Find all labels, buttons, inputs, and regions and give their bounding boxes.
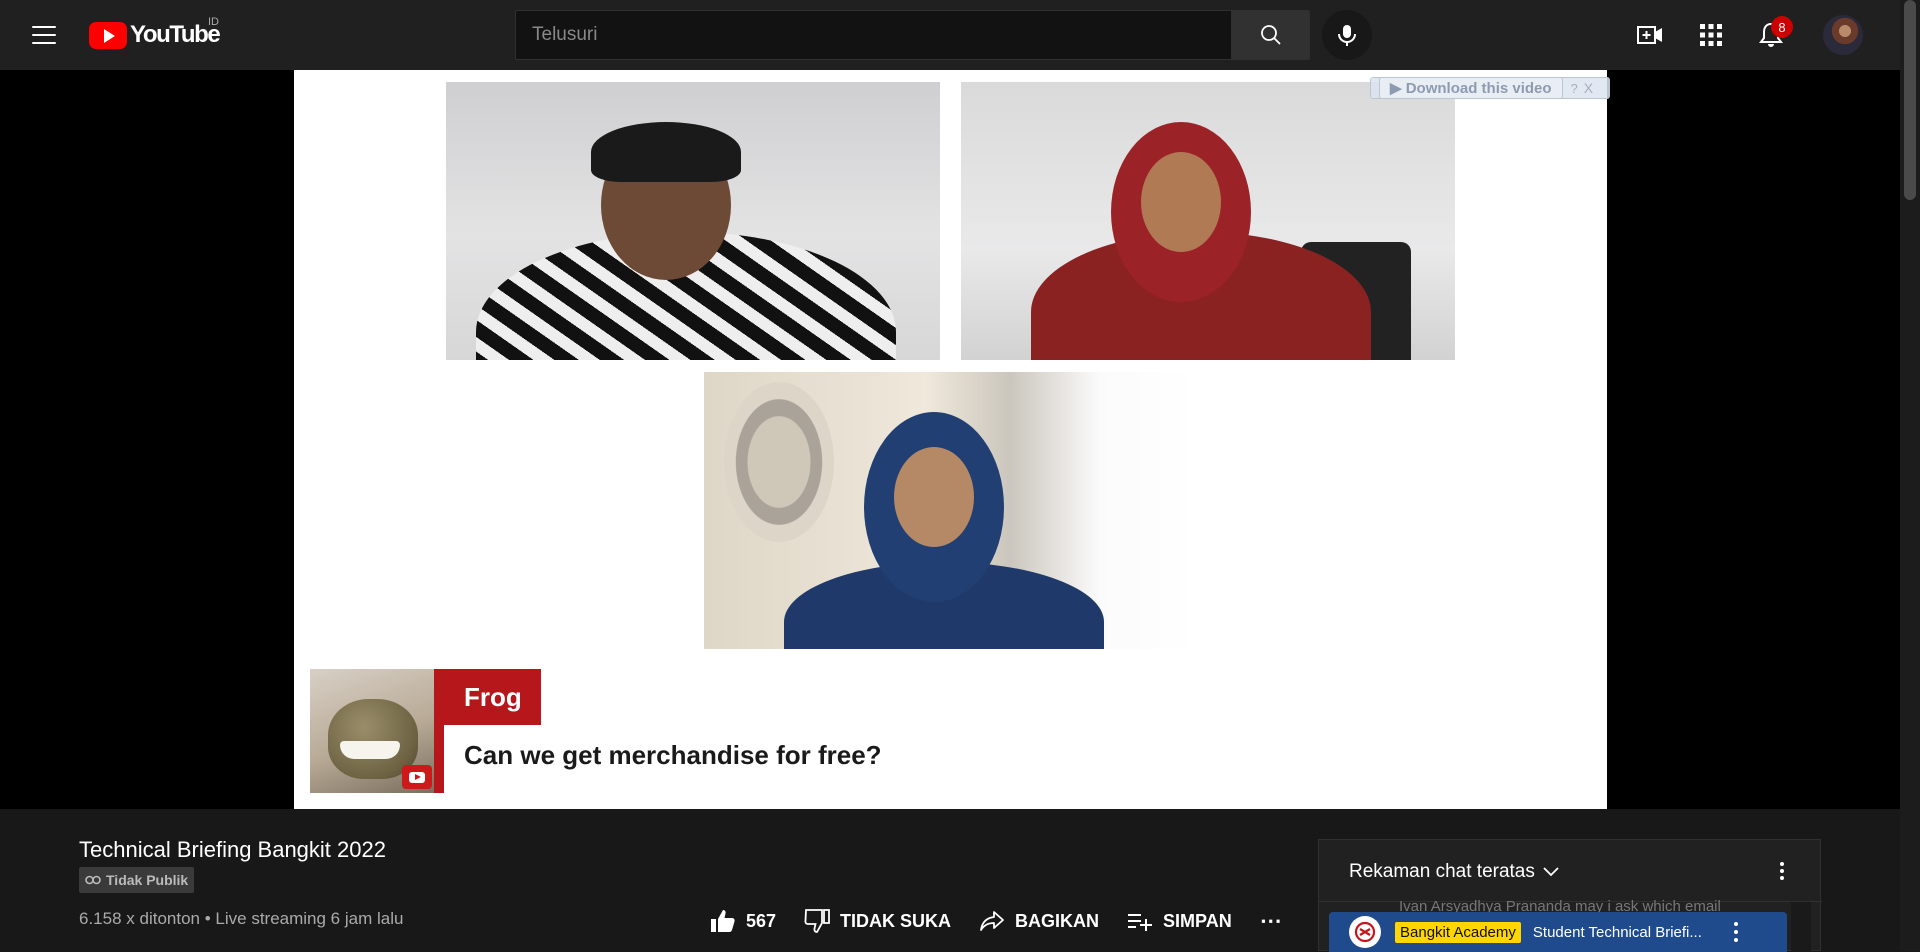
video-actions: 567 TIDAK SUKA BAGIKAN SIMPAN ⋯	[710, 906, 1282, 936]
bangkit-logo-icon	[1349, 916, 1381, 948]
download-help-button[interactable]: ?	[1571, 81, 1578, 96]
participant-video-2	[961, 82, 1455, 360]
link-icon	[85, 875, 101, 885]
masthead: YouTube ID Telusuri 8	[0, 0, 1900, 70]
download-overlay: ▶ Download this video ? X	[1370, 77, 1610, 99]
like-count: 567	[746, 910, 777, 931]
page-scrollbar[interactable]	[1900, 0, 1920, 951]
participant-video-3	[704, 372, 1198, 649]
chat-mode-selector[interactable]: Rekaman chat teratas	[1349, 861, 1559, 883]
upload-info: Live streaming 6 jam lalu	[215, 909, 404, 928]
share-label: BAGIKAN	[1015, 910, 1100, 931]
notification-badge: 8	[1771, 16, 1793, 38]
youtube-logo[interactable]: YouTube	[89, 20, 221, 50]
youtube-comment-icon	[402, 765, 432, 789]
country-code: ID	[208, 16, 219, 28]
chat-header: Rekaman chat teratas	[1319, 840, 1822, 902]
download-video-button[interactable]: ▶ Download this video	[1379, 77, 1563, 99]
microphone-icon	[1338, 25, 1356, 46]
download-close-button[interactable]: X	[1584, 80, 1593, 96]
share-button[interactable]: BAGIKAN	[979, 910, 1099, 932]
chat-menu-button[interactable]	[1772, 860, 1792, 882]
dislike-label: TIDAK SUKA	[840, 910, 952, 931]
download-label: Download this video	[1405, 80, 1552, 97]
thumbs-down-icon	[804, 909, 830, 933]
create-video-button[interactable]	[1635, 20, 1665, 50]
chat-scrollbar[interactable]	[1791, 902, 1811, 952]
privacy-label: Tidak Publik	[106, 872, 189, 888]
privacy-badge: Tidak Publik	[79, 867, 195, 893]
logo-text: YouTube	[130, 21, 221, 48]
featured-question: Can we get merchandise for free?	[464, 740, 882, 770]
search-icon	[1260, 25, 1281, 45]
youtube-play-icon	[89, 21, 127, 49]
search-bar	[515, 10, 1310, 60]
meta-separator: •	[204, 909, 211, 928]
thumbs-up-icon	[711, 910, 735, 932]
more-actions-icon: ⋯	[1259, 908, 1282, 933]
name-tag-accent	[434, 725, 444, 793]
share-icon	[980, 911, 1004, 931]
apps-button[interactable]	[1696, 20, 1726, 50]
video-title: Technical Briefing Bangkit 2022	[79, 837, 386, 862]
commenter-name: Frog	[434, 669, 541, 725]
like-button[interactable]: 567	[710, 909, 776, 933]
pinned-message-menu[interactable]	[1733, 922, 1739, 942]
save-button[interactable]: SIMPAN	[1127, 911, 1232, 932]
pinned-message[interactable]: Bangkit Academy Student Technical Briefi…	[1329, 912, 1787, 952]
hamburger-menu-icon[interactable]	[28, 19, 60, 51]
video-meta: 6.158 x ditonton • Live streaming 6 jam …	[79, 909, 403, 929]
chevron-down-icon	[1543, 867, 1559, 877]
apps-grid-icon	[1700, 24, 1722, 46]
save-label: SIMPAN	[1163, 910, 1232, 931]
page-scrollbar-thumb[interactable]	[1904, 0, 1916, 200]
search-input[interactable]	[515, 10, 1231, 60]
dislike-button[interactable]: TIDAK SUKA	[804, 909, 951, 933]
add-to-playlist-icon	[1128, 914, 1153, 931]
more-actions-button[interactable]: ⋯	[1260, 908, 1282, 934]
account-avatar[interactable]	[1823, 15, 1863, 55]
pinned-message-text: Student Technical Briefi...	[1532, 923, 1702, 941]
participant-video-1	[446, 82, 940, 360]
create-video-icon	[1637, 26, 1662, 44]
voice-search-button[interactable]	[1322, 10, 1372, 60]
search-button[interactable]	[1231, 10, 1310, 60]
pinned-author-badge: Bangkit Academy	[1395, 921, 1521, 943]
view-count: 6.158 x ditonton	[79, 909, 200, 928]
live-chat-panel: Rekaman chat teratas Ivan Arsyadhya Pran…	[1318, 839, 1822, 952]
chat-mode-label: Rekaman chat teratas	[1349, 861, 1535, 882]
